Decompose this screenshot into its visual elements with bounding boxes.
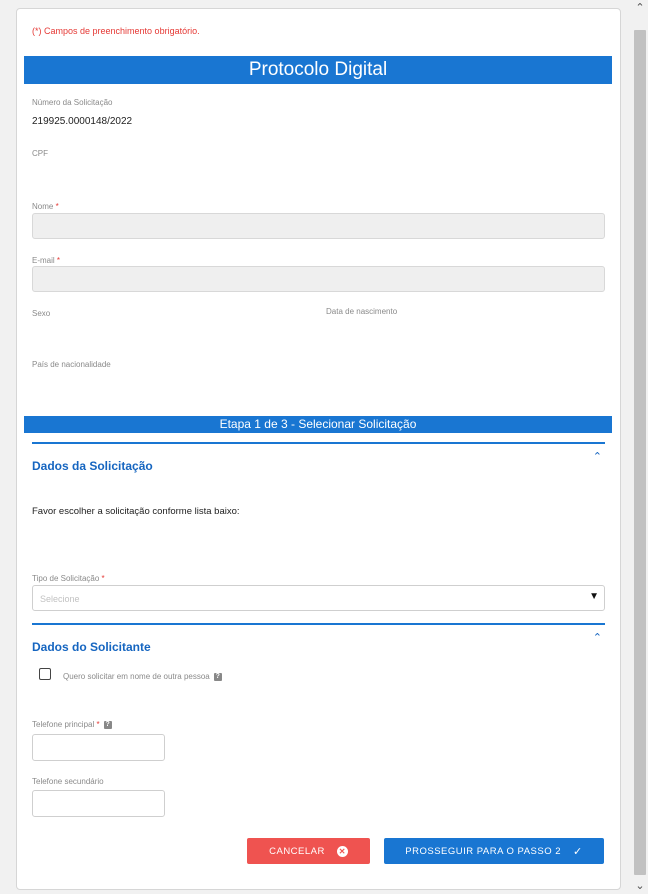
tipo-label: Tipo de Solicitação * bbox=[32, 574, 105, 583]
scrollbar[interactable]: ⌃ ⌄ bbox=[632, 0, 648, 894]
page-title: Protocolo Digital bbox=[24, 56, 612, 84]
close-circle-icon: ✕ bbox=[336, 845, 348, 857]
cancel-button[interactable]: CANCELAR ✕ bbox=[247, 838, 370, 864]
nome-label: Nome * bbox=[32, 202, 59, 211]
telefone-principal-input[interactable] bbox=[32, 734, 165, 761]
caret-down-icon: ▼ bbox=[589, 591, 599, 602]
numero-value: 219925.0000148/2022 bbox=[32, 116, 133, 127]
dados-solicitante-title: Dados do Solicitante bbox=[32, 640, 151, 654]
section-divider bbox=[32, 442, 605, 444]
help-icon[interactable]: ? bbox=[213, 672, 222, 681]
scroll-up-icon[interactable]: ⌃ bbox=[632, 0, 648, 16]
help-icon[interactable]: ? bbox=[103, 720, 112, 729]
sexo-label: Sexo bbox=[32, 309, 51, 318]
form-card: (*) Campos de preenchimento obrigatório.… bbox=[16, 8, 621, 890]
next-step-button-label: PROSSEGUIR PARA O PASSO 2 bbox=[405, 845, 562, 857]
next-step-button[interactable]: PROSSEGUIR PARA O PASSO 2 ✓ bbox=[384, 838, 604, 864]
nome-field[interactable] bbox=[32, 213, 605, 239]
check-icon: ✓ bbox=[573, 845, 583, 858]
required-fields-note: (*) Campos de preenchimento obrigatório. bbox=[32, 26, 200, 36]
outra-pessoa-checkbox[interactable] bbox=[39, 668, 51, 680]
email-field[interactable] bbox=[32, 266, 605, 292]
section-divider bbox=[32, 623, 605, 625]
nascimento-label: Data de nascimento bbox=[326, 307, 398, 316]
email-label: E-mail * bbox=[32, 256, 61, 265]
telefone-secundario-label: Telefone secundário bbox=[32, 777, 104, 786]
pais-label: País de nacionalidade bbox=[32, 360, 111, 369]
outra-pessoa-label: Quero solicitar em nome de outra pessoa? bbox=[63, 672, 222, 681]
dados-solicitacao-title: Dados da Solicitação bbox=[32, 459, 153, 473]
numero-label: Número da Solicitação bbox=[32, 98, 113, 107]
scroll-down-icon[interactable]: ⌄ bbox=[632, 878, 648, 894]
cpf-label: CPF bbox=[32, 149, 48, 158]
cancel-button-label: CANCELAR bbox=[269, 845, 325, 857]
chevron-up-icon[interactable]: ⌃ bbox=[593, 450, 602, 463]
step-banner: Etapa 1 de 3 - Selecionar Solicitação bbox=[24, 416, 612, 433]
telefone-secundario-input[interactable] bbox=[32, 790, 165, 817]
tipo-select[interactable]: Selecione ▼ bbox=[32, 585, 605, 611]
chevron-up-icon[interactable]: ⌃ bbox=[593, 631, 602, 644]
telefone-principal-label: Telefone principal *? bbox=[32, 720, 112, 729]
instruction-text: Favor escolher a solicitação conforme li… bbox=[32, 506, 240, 517]
scrollbar-thumb[interactable] bbox=[634, 30, 646, 875]
tipo-select-value: Selecione bbox=[40, 594, 80, 604]
